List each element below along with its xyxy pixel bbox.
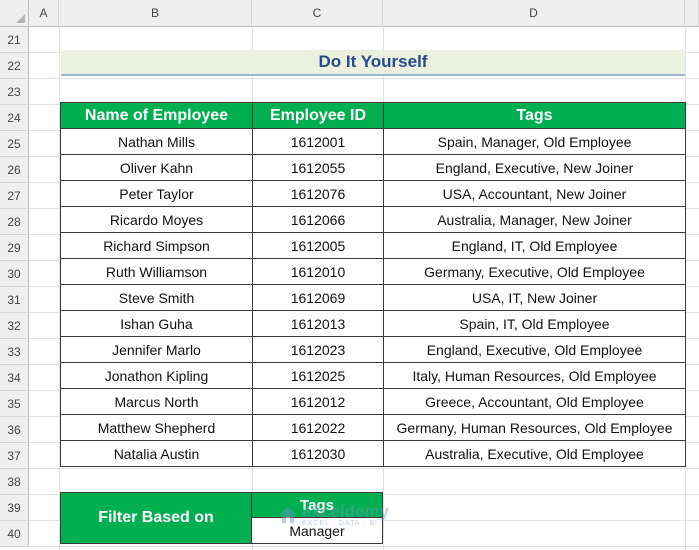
table-body: Nathan Mills 1612001 Spain, Manager, Old E… bbox=[60, 128, 686, 467]
row-header-31[interactable]: 31 bbox=[0, 287, 29, 313]
cell-tags[interactable]: Germany, Human Resources, Old Employee bbox=[383, 414, 686, 441]
cell-employee-name[interactable]: Oliver Kahn bbox=[60, 154, 253, 181]
table-row: Marcus North 1612012 Greece, Accountant, O… bbox=[60, 388, 686, 415]
row-header-29[interactable]: 29 bbox=[0, 235, 29, 261]
page-title: Do It Yourself bbox=[61, 50, 685, 76]
cell-tags[interactable]: England, Executive, New Joiner bbox=[383, 154, 686, 181]
cell-employee-id[interactable]: 1612066 bbox=[252, 206, 384, 233]
table-row: Oliver Kahn 1612055 England, Executive, Ne… bbox=[60, 154, 686, 181]
row-header-39[interactable]: 39 bbox=[0, 495, 29, 521]
row-header-23[interactable]: 23 bbox=[0, 79, 29, 105]
cell-employee-name[interactable]: Ricardo Moyes bbox=[60, 206, 253, 233]
cell-employee-name[interactable]: Jennifer Marlo bbox=[60, 336, 253, 363]
row-header-36[interactable]: 36 bbox=[0, 417, 29, 443]
cell-employee-name[interactable]: Natalia Austin bbox=[60, 440, 253, 467]
table-row: Ishan Guha 1612013 Spain, IT, Old Employee bbox=[60, 310, 686, 337]
cell-tags[interactable]: Italy, Human Resources, Old Employee bbox=[383, 362, 686, 389]
table-row: Richard Simpson 1612005 England, IT, Old E… bbox=[60, 232, 686, 259]
filter-tags-header: Tags bbox=[251, 492, 383, 518]
cell-tags[interactable]: USA, IT, New Joiner bbox=[383, 284, 686, 311]
gridline bbox=[29, 78, 699, 79]
table-row: Peter Taylor 1612076 USA, Accountant, New … bbox=[60, 180, 686, 207]
cell-employee-id[interactable]: 1612076 bbox=[252, 180, 384, 207]
cell-employee-id[interactable]: 1612001 bbox=[252, 128, 384, 155]
column-header-c[interactable]: C bbox=[252, 0, 383, 27]
cell-tags[interactable]: USA, Accountant, New Joiner bbox=[383, 180, 686, 207]
row-header-32[interactable]: 32 bbox=[0, 313, 29, 339]
row-header-40[interactable]: 40 bbox=[0, 521, 29, 547]
table-row: Jonathon Kipling 1612025 Italy, Human Reso… bbox=[60, 362, 686, 389]
row-header-38[interactable]: 38 bbox=[0, 469, 29, 495]
row-header-24[interactable]: 24 bbox=[0, 105, 29, 131]
filter-label: Filter Based on bbox=[60, 492, 252, 544]
row-header-37[interactable]: 37 bbox=[0, 443, 29, 469]
column-header-d[interactable]: D bbox=[383, 0, 685, 27]
table-row: Jennifer Marlo 1612023 England, Executive,… bbox=[60, 336, 686, 363]
row-header-22[interactable]: 22 bbox=[0, 53, 29, 79]
cell-employee-id[interactable]: 1612005 bbox=[252, 232, 384, 259]
header-name-of-employee[interactable]: Name of Employee bbox=[60, 102, 253, 129]
cell-employee-name[interactable]: Richard Simpson bbox=[60, 232, 253, 259]
cell-employee-id[interactable]: 1612055 bbox=[252, 154, 384, 181]
cell-employee-name[interactable]: Peter Taylor bbox=[60, 180, 253, 207]
table-row: Nathan Mills 1612001 Spain, Manager, Old E… bbox=[60, 128, 686, 155]
cell-employee-id[interactable]: 1612030 bbox=[252, 440, 384, 467]
row-header-33[interactable]: 33 bbox=[0, 339, 29, 365]
cell-employee-name[interactable]: Marcus North bbox=[60, 388, 253, 415]
cell-tags[interactable]: Greece, Accountant, Old Employee bbox=[383, 388, 686, 415]
cell-tags[interactable]: England, Executive, Old Employee bbox=[383, 336, 686, 363]
cell-employee-name[interactable]: Ishan Guha bbox=[60, 310, 253, 337]
row-header-25[interactable]: 25 bbox=[0, 131, 29, 157]
table-row: Steve Smith 1612069 USA, IT, New Joiner bbox=[60, 284, 686, 311]
cell-employee-name[interactable]: Jonathon Kipling bbox=[60, 362, 253, 389]
cell-tags[interactable]: Spain, Manager, Old Employee bbox=[383, 128, 686, 155]
cell-employee-id[interactable]: 1612012 bbox=[252, 388, 384, 415]
cell-employee-id[interactable]: 1612013 bbox=[252, 310, 384, 337]
cell-employee-name[interactable]: Nathan Mills bbox=[60, 128, 253, 155]
cell-employee-id[interactable]: 1612023 bbox=[252, 336, 384, 363]
cell-employee-name[interactable]: Matthew Shepherd bbox=[60, 414, 253, 441]
table-row: Natalia Austin 1612030 Australia, Executiv… bbox=[60, 440, 686, 467]
employee-table: Name of Employee Employee ID Tags Nathan… bbox=[60, 102, 686, 467]
column-header-b[interactable]: B bbox=[59, 0, 252, 27]
row-header-30[interactable]: 30 bbox=[0, 261, 29, 287]
cell-employee-name[interactable]: Steve Smith bbox=[60, 284, 253, 311]
row-header-21[interactable]: 21 bbox=[0, 27, 29, 53]
cell-tags[interactable]: Australia, Manager, New Joiner bbox=[383, 206, 686, 233]
row-header-27[interactable]: 27 bbox=[0, 183, 29, 209]
cell-employee-id[interactable]: 1612025 bbox=[252, 362, 384, 389]
header-tags[interactable]: Tags bbox=[383, 102, 686, 129]
row-header-26[interactable]: 26 bbox=[0, 157, 29, 183]
cell-tags[interactable]: Germany, Executive, Old Employee bbox=[383, 258, 686, 285]
column-header-a[interactable]: A bbox=[29, 0, 59, 27]
cell-employee-id[interactable]: 1612022 bbox=[252, 414, 384, 441]
row-header-34[interactable]: 34 bbox=[0, 365, 29, 391]
gridline bbox=[29, 468, 699, 469]
gridline bbox=[29, 546, 699, 547]
filter-tags-input[interactable]: Manager bbox=[251, 517, 383, 544]
table-row: Ricardo Moyes 1612066 Australia, Manager, … bbox=[60, 206, 686, 233]
cell-employee-id[interactable]: 1612010 bbox=[252, 258, 384, 285]
table-row: Ruth Williamson 1612010 Germany, Executive… bbox=[60, 258, 686, 285]
cell-tags[interactable]: Spain, IT, Old Employee bbox=[383, 310, 686, 337]
row-header-28[interactable]: 28 bbox=[0, 209, 29, 235]
row-header-35[interactable]: 35 bbox=[0, 391, 29, 417]
cell-employee-id[interactable]: 1612069 bbox=[252, 284, 384, 311]
cell-tags[interactable]: Australia, Executive, Old Employee bbox=[383, 440, 686, 467]
table-row: Matthew Shepherd 1612022 Germany, Human Re… bbox=[60, 414, 686, 441]
table-header-row: Name of Employee Employee ID Tags bbox=[60, 102, 686, 129]
cell-tags[interactable]: England, IT, Old Employee bbox=[383, 232, 686, 259]
select-all-corner[interactable] bbox=[0, 0, 29, 27]
column-header-e[interactable] bbox=[685, 0, 699, 27]
header-employee-id[interactable]: Employee ID bbox=[252, 102, 384, 129]
cell-employee-name[interactable]: Ruth Williamson bbox=[60, 258, 253, 285]
